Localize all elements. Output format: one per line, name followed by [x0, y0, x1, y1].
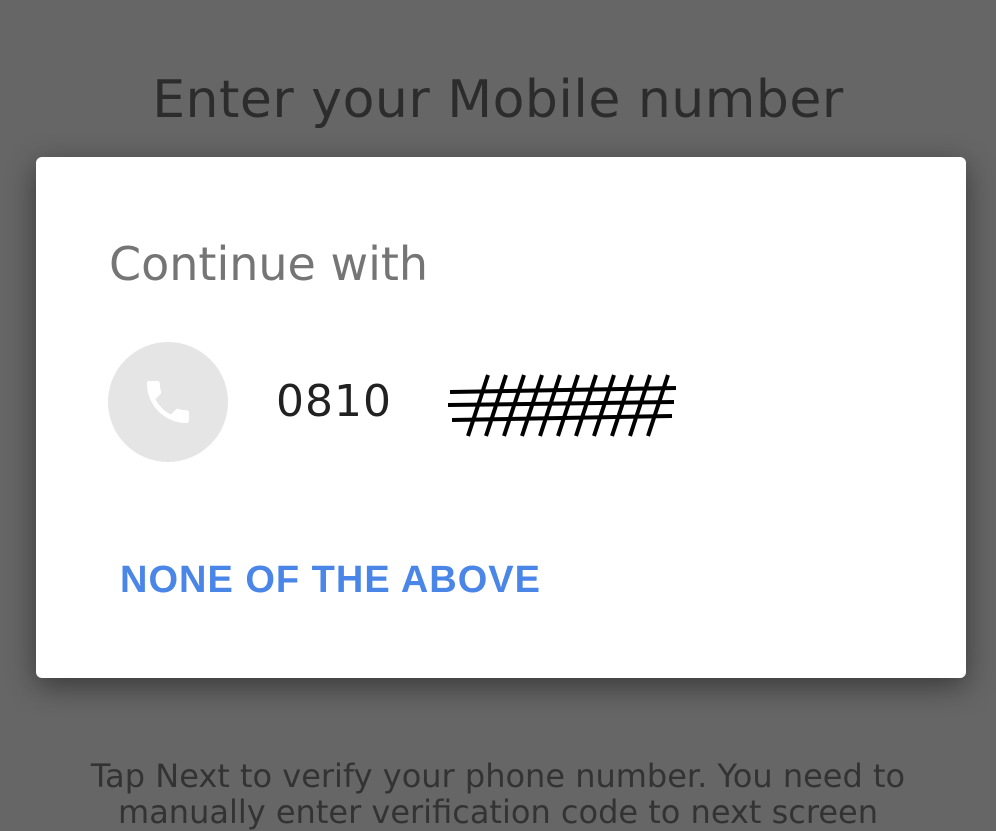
dialog-title: Continue with — [109, 237, 429, 291]
none-of-the-above-button[interactable]: NONE OF THE ABOVE — [120, 559, 541, 602]
redaction-scribble — [448, 374, 677, 437]
continue-with-dialog: Continue with 0810 NONE OF THE ABOVE — [36, 157, 966, 678]
verification-hint: Tap Next to verify your phone number. Yo… — [90, 757, 906, 831]
page-title: Enter your Mobile number — [152, 70, 844, 130]
phone-icon — [147, 381, 189, 423]
phone-number: 0810 — [276, 376, 392, 427]
phone-number-option[interactable]: 0810 — [108, 342, 908, 462]
avatar — [108, 342, 228, 462]
